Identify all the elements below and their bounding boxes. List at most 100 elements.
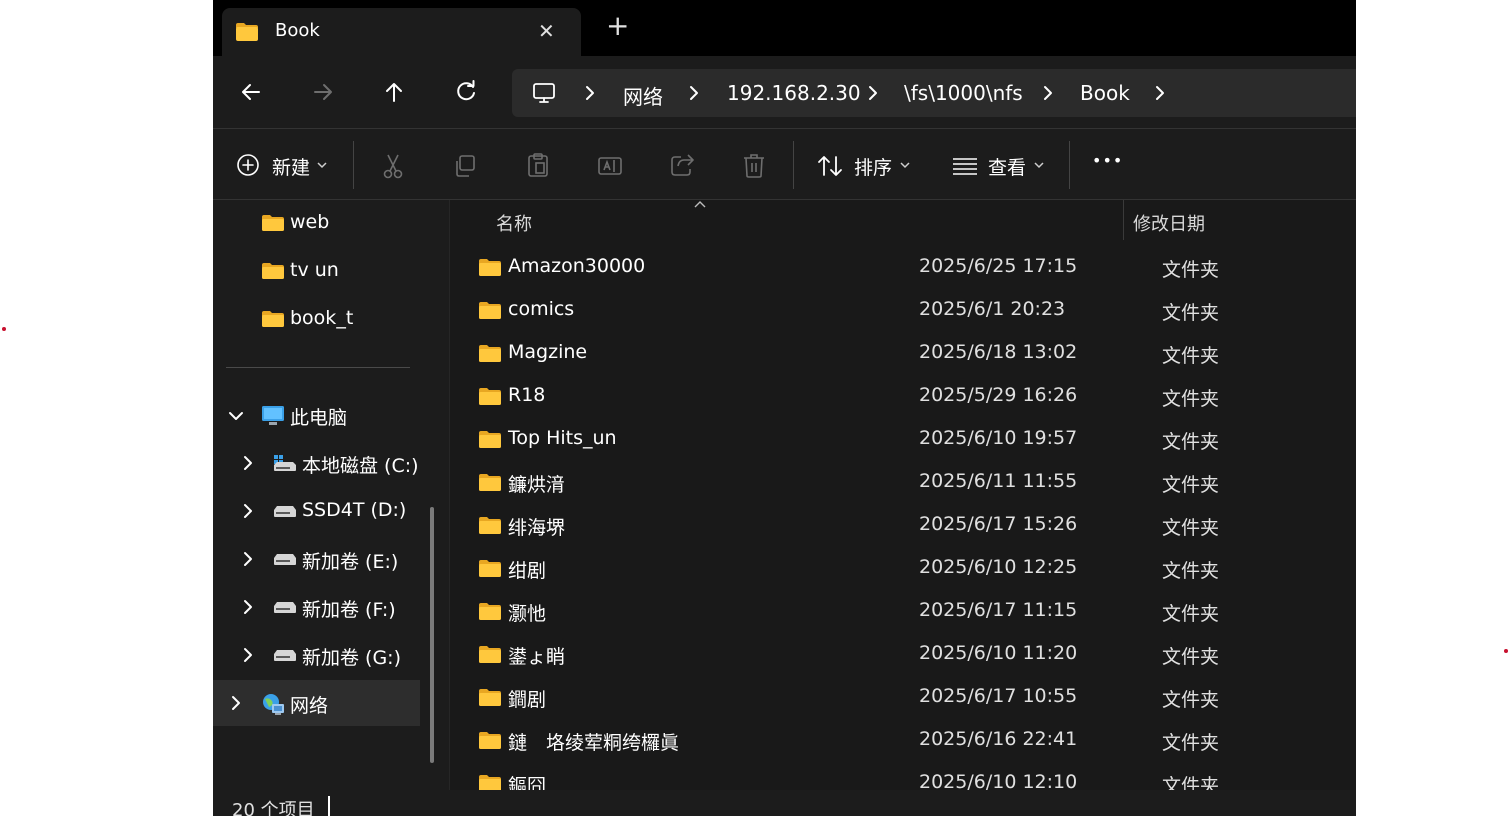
folder-icon [479, 646, 501, 663]
drive-icon [274, 650, 296, 661]
file-name: R18 [508, 384, 546, 406]
share-icon[interactable] [670, 153, 694, 177]
file-row[interactable]: Top Hits_un 2025/6/10 19:57 文件夹 [450, 418, 1356, 461]
file-row[interactable]: 鍙ょ睄 2025/6/10 11:20 文件夹 [450, 633, 1356, 676]
file-row[interactable]: R18 2025/5/29 16:26 文件夹 [450, 375, 1356, 418]
file-name: 鐮烘湇 [508, 474, 566, 496]
drive-icon [274, 506, 296, 517]
file-row[interactable]: Magzine 2025/6/18 13:02 文件夹 [450, 332, 1356, 375]
file-type: 文件夹 [1162, 560, 1220, 582]
tab-title: Book [275, 20, 320, 41]
chevron-right-icon[interactable] [243, 503, 253, 519]
drive-icon [274, 554, 296, 565]
sidebar-item-drive-e[interactable]: 新加卷 (E:) [213, 536, 420, 582]
chevron-right-icon[interactable] [583, 84, 597, 102]
copy-icon[interactable] [453, 154, 477, 178]
chevron-right-icon[interactable] [687, 84, 701, 102]
sort-button[interactable]: 排序 [854, 153, 892, 180]
breadcrumb-book[interactable]: Book [1080, 81, 1130, 105]
text-cursor [328, 796, 330, 816]
chevron-right-icon[interactable] [243, 551, 253, 567]
folder-icon [262, 215, 284, 231]
chevron-right-icon[interactable] [1153, 84, 1167, 102]
file-row[interactable]: comics 2025/6/1 20:23 文件夹 [450, 289, 1356, 332]
chevron-right-icon[interactable] [243, 599, 253, 615]
chevron-right-icon[interactable] [243, 647, 253, 663]
file-modified: 2025/6/10 19:57 [919, 427, 1078, 449]
view-list-icon[interactable] [952, 157, 978, 175]
sort-ascending-caret-icon [694, 201, 706, 208]
cut-icon[interactable] [381, 153, 405, 179]
more-options-button[interactable]: ••• [1092, 151, 1123, 170]
paste-icon[interactable] [526, 152, 550, 178]
status-bar: 20 个项目 [213, 790, 1356, 816]
file-type: 文件夹 [1162, 775, 1220, 790]
item-count: 20 个项目 [232, 800, 315, 816]
sidebar-item-label: 此电脑 [290, 407, 348, 429]
column-header-modified[interactable]: 修改日期 [1133, 210, 1205, 236]
network-icon [263, 694, 284, 715]
file-row[interactable]: 绯海堺 2025/6/17 15:26 文件夹 [450, 504, 1356, 547]
file-modified: 2025/6/10 11:20 [919, 642, 1078, 664]
forward-arrow-icon[interactable] [309, 78, 337, 106]
file-row[interactable]: 绀剧 2025/6/10 12:25 文件夹 [450, 547, 1356, 590]
chevron-right-icon[interactable] [1041, 84, 1055, 102]
file-modified: 2025/6/17 10:55 [919, 685, 1078, 707]
file-row[interactable]: 鏂囧 2025/6/10 12:10 文件夹 [450, 762, 1356, 790]
sidebar-item-label: tv un [290, 259, 339, 281]
sidebar-item-drive-f[interactable]: 新加卷 (F:) [213, 584, 420, 630]
divider [353, 141, 354, 189]
column-header-name[interactable]: 名称 [496, 210, 532, 236]
address-bar[interactable]: 网络 192.168.2.30 \fs\1000\nfs Book [512, 69, 1356, 117]
chevron-down-icon[interactable] [317, 161, 327, 169]
breadcrumb-share[interactable]: \fs\1000\nfs [904, 81, 1023, 105]
view-button[interactable]: 查看 [988, 153, 1026, 180]
refresh-icon[interactable] [452, 78, 480, 106]
chevron-down-icon[interactable] [900, 161, 910, 169]
rename-icon[interactable] [597, 154, 623, 178]
chevron-down-icon[interactable] [1034, 161, 1044, 169]
file-row[interactable]: Amazon30000 2025/6/25 17:15 文件夹 [450, 246, 1356, 289]
chevron-right-icon[interactable] [243, 455, 253, 471]
chevron-right-icon[interactable] [866, 84, 880, 102]
column-divider[interactable] [1123, 200, 1124, 240]
folder-icon [479, 345, 501, 362]
file-row[interactable]: 灏忚 2025/6/17 11:15 文件夹 [450, 590, 1356, 633]
file-name: 鏈 垎绫荤粡绔欏眞 [508, 732, 680, 754]
sidebar-item-this-pc[interactable]: 此电脑 [213, 392, 420, 438]
file-row[interactable]: 鐮烘湇 2025/6/11 11:55 文件夹 [450, 461, 1356, 504]
new-tab-button[interactable]: + [606, 12, 629, 40]
sort-icon[interactable] [817, 154, 843, 178]
red-dot-marker [2, 327, 6, 331]
breadcrumb-network[interactable]: 网络 [623, 81, 663, 110]
computer-icon[interactable] [532, 81, 556, 105]
close-tab-icon[interactable]: ✕ [538, 19, 555, 43]
file-type: 文件夹 [1162, 517, 1220, 539]
delete-icon[interactable] [742, 153, 766, 179]
new-plus-icon[interactable] [236, 153, 260, 177]
breadcrumb-host[interactable]: 192.168.2.30 [727, 81, 861, 105]
chevron-right-icon[interactable] [231, 695, 241, 711]
sidebar-item-label: 新加卷 (G:) [302, 647, 401, 669]
tab-book[interactable]: Book ✕ [222, 8, 581, 56]
sidebar-item-network[interactable]: 网络 [213, 680, 420, 726]
sidebar-item-web[interactable]: web [213, 200, 420, 246]
sidebar-item-book-t[interactable]: book_t [213, 296, 420, 342]
sidebar-item-drive-d[interactable]: SSD4T (D:) [213, 488, 420, 534]
file-name: 灏忚 [508, 603, 547, 625]
up-arrow-icon[interactable] [380, 78, 408, 106]
file-type: 文件夹 [1162, 345, 1220, 367]
scrollbar-thumb[interactable] [430, 507, 434, 763]
new-button[interactable]: 新建 [272, 153, 310, 180]
sidebar-item-drive-g[interactable]: 新加卷 (G:) [213, 632, 420, 678]
file-row[interactable]: 鏈 垎绫荤粡绔欏眞 2025/6/16 22:41 文件夹 [450, 719, 1356, 762]
folder-icon [262, 311, 284, 327]
chevron-down-icon[interactable] [228, 411, 244, 421]
file-row[interactable]: 鐧剧 2025/6/17 10:55 文件夹 [450, 676, 1356, 719]
sidebar-item-drive-c[interactable]: 本地磁盘 (C:) [213, 440, 420, 486]
back-arrow-icon[interactable] [237, 78, 265, 106]
file-type: 文件夹 [1162, 732, 1220, 754]
file-name: 绯海堺 [508, 517, 566, 539]
sidebar-item-tv-un[interactable]: tv un [213, 248, 420, 294]
file-type: 文件夹 [1162, 646, 1220, 668]
